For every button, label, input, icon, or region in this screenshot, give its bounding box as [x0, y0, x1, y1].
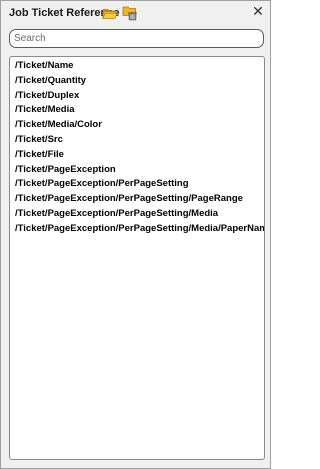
list-item[interactable]: /Ticket/PageException/PerPageSetting [15, 177, 189, 191]
list-item[interactable]: /Ticket/PageException/PerPageSetting/Med… [15, 207, 218, 221]
close-icon[interactable]: ✕ [251, 3, 265, 21]
search-box [9, 29, 264, 48]
open-folder-icon[interactable] [102, 5, 118, 21]
list-item[interactable]: /Ticket/Media [15, 103, 75, 117]
list-item[interactable]: /Ticket/PageException [15, 163, 116, 177]
list-item[interactable]: /Ticket/PageException/PerPageSetting/Pag… [15, 192, 243, 206]
list-item[interactable]: /Ticket/Name [15, 59, 73, 73]
list-item[interactable]: /Ticket/Src [15, 133, 63, 147]
job-ticket-reference-panel: Job Ticket Reference ✕ /Ticket/Name / [0, 0, 271, 469]
folder-delete-icon[interactable] [122, 5, 138, 21]
list-item[interactable]: /Ticket/File [15, 148, 64, 162]
panel-header: Job Ticket Reference ✕ [1, 1, 270, 25]
list-item[interactable]: /Ticket/Quantity [15, 74, 86, 88]
reference-list[interactable]: /Ticket/Name /Ticket/Quantity /Ticket/Du… [9, 56, 265, 460]
list-item[interactable]: /Ticket/Duplex [15, 89, 79, 103]
list-item[interactable]: /Ticket/PageException/PerPageSetting/Med… [15, 222, 264, 236]
search-input[interactable] [14, 31, 259, 46]
list-item[interactable]: /Ticket/Media/Color [15, 118, 102, 132]
